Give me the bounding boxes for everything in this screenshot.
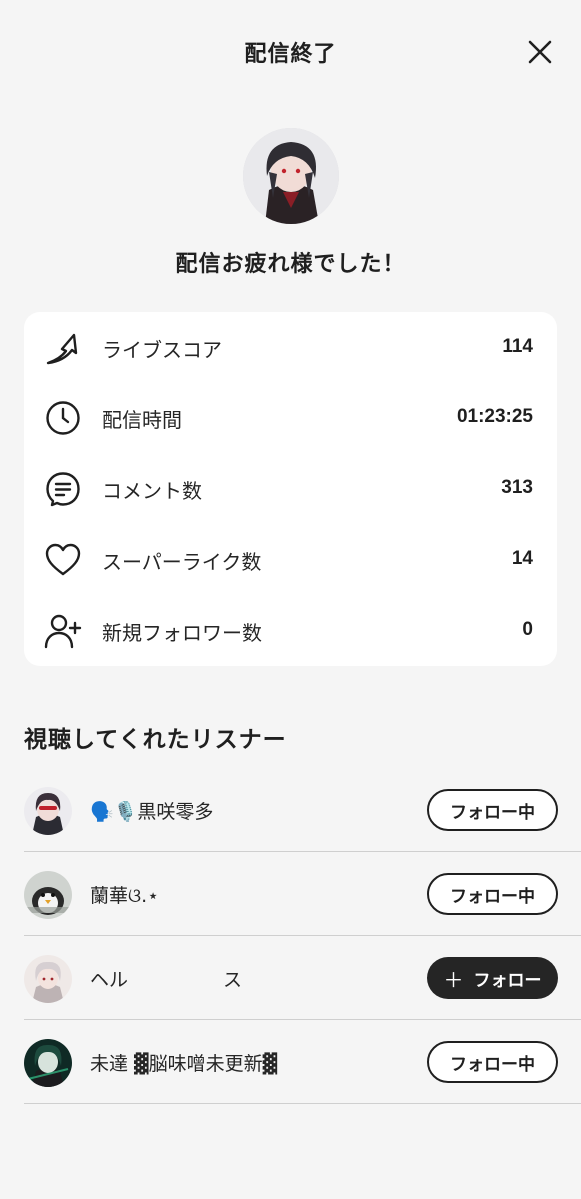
stat-value: 14 [511,548,533,569]
button-label: フォロー [473,970,542,991]
listener-name: 🗣️🎙️黒咲零多 [90,801,214,823]
stat-label: 配信時間 [102,408,182,432]
comment-icon [44,470,82,508]
stat-super-likes: スーパーライク数 14 [24,524,557,594]
listener-row[interactable]: 🗣️🎙️黒咲零多 フォロー中 [0,768,581,852]
following-button[interactable]: フォロー中 [427,873,558,915]
avatar[interactable] [24,955,72,1003]
divider [24,1103,581,1104]
follow-button[interactable]: ＋ フォロー [427,957,558,999]
plus-icon: ＋ [443,967,464,992]
stat-live-score: ライブスコア 114 [24,312,557,382]
stat-value: 0 [522,619,533,640]
thanks-message: 配信お疲れ様でした！ [175,252,406,277]
listener-name: 蘭華ଓ.⋆ [90,885,160,907]
stat-value: 114 [502,336,533,357]
stat-label: ライブスコア [102,338,222,362]
stat-label: コメント数 [102,479,202,503]
avatar[interactable] [24,1039,72,1087]
heart-icon [44,541,82,579]
listeners-heading: 視聴してくれたリスナー [24,727,287,753]
page-title: 配信終了 [244,42,337,67]
button-label: フォロー中 [450,802,535,823]
listener-row[interactable]: ヘル ス ＋ フォロー [0,936,581,1020]
button-label: フォロー中 [450,886,535,907]
add-user-icon [44,612,82,650]
stat-value: 01:23:25 [456,406,533,427]
following-button[interactable]: フォロー中 [427,789,558,831]
avatar[interactable] [24,787,72,835]
trending-up-arrow-icon [44,329,82,367]
live-ended-screen: 配信終了 配信お疲れ様でした！ ライブスコア 114 配信時間 01:23:25… [0,0,581,1199]
stat-label: スーパーライク数 [102,550,262,574]
stat-value: 313 [501,477,533,498]
button-label: フォロー中 [450,1054,535,1075]
listener-row[interactable]: 未達 ▓脳味噌未更新▓ フォロー中 [0,1020,581,1104]
stat-label: 新規フォロワー数 [102,621,262,645]
stats-card: ライブスコア 114 配信時間 01:23:25 コメント数 313 スーパーラ… [24,312,557,666]
listener-row[interactable]: 蘭華ଓ.⋆ フォロー中 [0,852,581,936]
stat-stream-time: 配信時間 01:23:25 [24,382,557,452]
listener-name: 未達 ▓脳味噌未更新▓ [90,1053,278,1075]
header: 配信終了 [0,0,581,104]
clock-icon [44,399,82,437]
stat-new-followers: 新規フォロワー数 0 [24,595,557,665]
host-avatar [243,128,339,224]
stat-comments: コメント数 313 [24,453,557,523]
avatar[interactable] [24,871,72,919]
listener-name: ヘル ス [90,969,243,991]
following-button[interactable]: フォロー中 [427,1041,558,1083]
close-icon[interactable] [526,38,554,66]
